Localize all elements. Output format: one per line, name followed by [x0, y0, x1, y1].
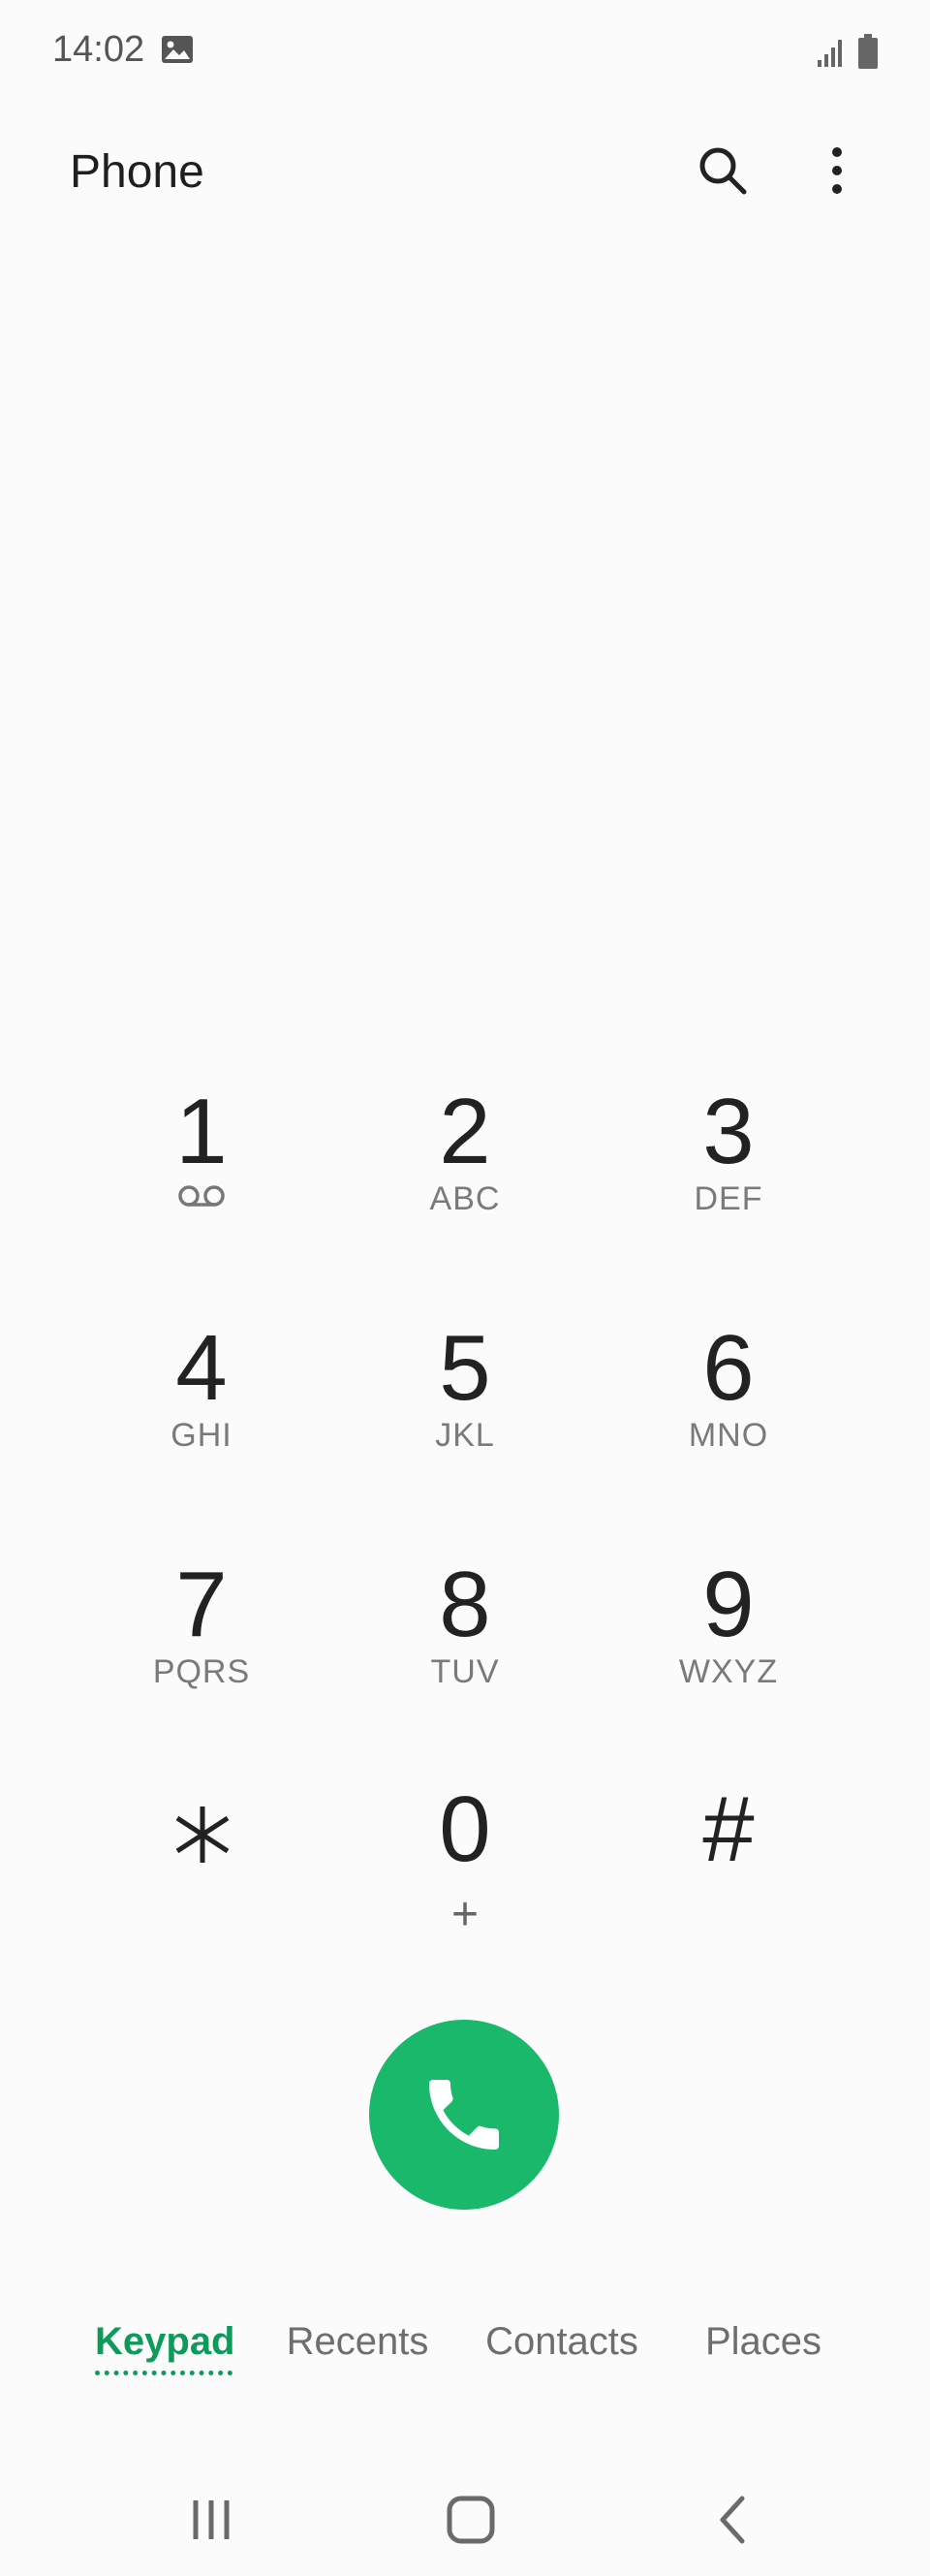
search-icon [699, 147, 747, 195]
key-letters: GHI [170, 1417, 232, 1454]
gallery-icon [162, 36, 193, 63]
call-button[interactable] [369, 2020, 559, 2210]
battery-icon [858, 34, 878, 69]
bottom-tabs: Keypad Recents Contacts Places [0, 2307, 930, 2403]
search-button[interactable] [690, 138, 756, 204]
key-letters: TUV [430, 1653, 500, 1690]
navigation-bar [0, 2462, 930, 2576]
key-digit: # [702, 1777, 755, 1881]
key-9[interactable]: 9 WXYZ [612, 1539, 845, 1752]
key-digit: 9 [702, 1553, 755, 1656]
tab-keypad[interactable]: Keypad [95, 2320, 235, 2364]
key-digit: 7 [175, 1553, 228, 1656]
key-7[interactable]: 7 PQRS [85, 1539, 318, 1752]
key-digit: 3 [702, 1080, 755, 1183]
recent-apps-icon [193, 2500, 230, 2539]
key-star[interactable] [85, 1764, 318, 1977]
key-letters: WXYZ [678, 1653, 779, 1690]
key-letters: PQRS [152, 1653, 251, 1690]
tab-contacts[interactable]: Contacts [479, 2320, 645, 2364]
voicemail-icon [178, 1185, 225, 1207]
key-hash[interactable]: # [612, 1764, 845, 1977]
key-digit: 0 [439, 1777, 491, 1881]
signal-icon [818, 40, 842, 67]
key-2[interactable]: 2 ABC [349, 1066, 581, 1279]
number-display[interactable] [0, 814, 930, 930]
key-1[interactable]: 1 [85, 1066, 318, 1279]
key-6[interactable]: 6 MNO [612, 1303, 845, 1516]
key-5[interactable]: 5 JKL [349, 1303, 581, 1516]
tab-places[interactable]: Places [692, 2320, 835, 2364]
page-title: Phone [70, 146, 204, 198]
key-digit: 4 [175, 1316, 228, 1420]
home-button[interactable] [422, 2481, 519, 2559]
key-letters: MNO [688, 1417, 769, 1454]
back-button[interactable] [684, 2481, 781, 2559]
key-0[interactable]: 0 + [349, 1764, 581, 1977]
key-digit: 1 [175, 1080, 228, 1183]
key-digit: 8 [439, 1553, 491, 1656]
key-letters: + [450, 1889, 480, 1940]
active-tab-indicator [95, 2371, 232, 2375]
keypad: 1 2 ABC 3 DEF 4 GHI 5 JKL 6 MNO 7 PQRS 8… [0, 1066, 930, 1996]
key-digit: 6 [702, 1316, 755, 1420]
key-3[interactable]: 3 DEF [612, 1066, 845, 1279]
key-letters: DEF [694, 1180, 763, 1217]
key-letters: ABC [429, 1180, 501, 1217]
home-icon [447, 2496, 495, 2544]
key-digit: 2 [439, 1080, 491, 1183]
status-time: 14:02 [52, 29, 145, 70]
key-digit: 5 [439, 1316, 491, 1420]
recent-apps-button[interactable] [163, 2481, 260, 2559]
more-options-button[interactable] [804, 138, 870, 204]
phone-icon [429, 2080, 499, 2150]
key-letters: JKL [435, 1417, 495, 1454]
key-4[interactable]: 4 GHI [85, 1303, 318, 1516]
back-icon [720, 2496, 745, 2544]
asterisk-icon [175, 1806, 230, 1863]
status-bar: 14:02 [0, 0, 930, 107]
tab-recents[interactable]: Recents [275, 2320, 440, 2364]
more-options-icon [832, 147, 842, 194]
key-8[interactable]: 8 TUV [349, 1539, 581, 1752]
